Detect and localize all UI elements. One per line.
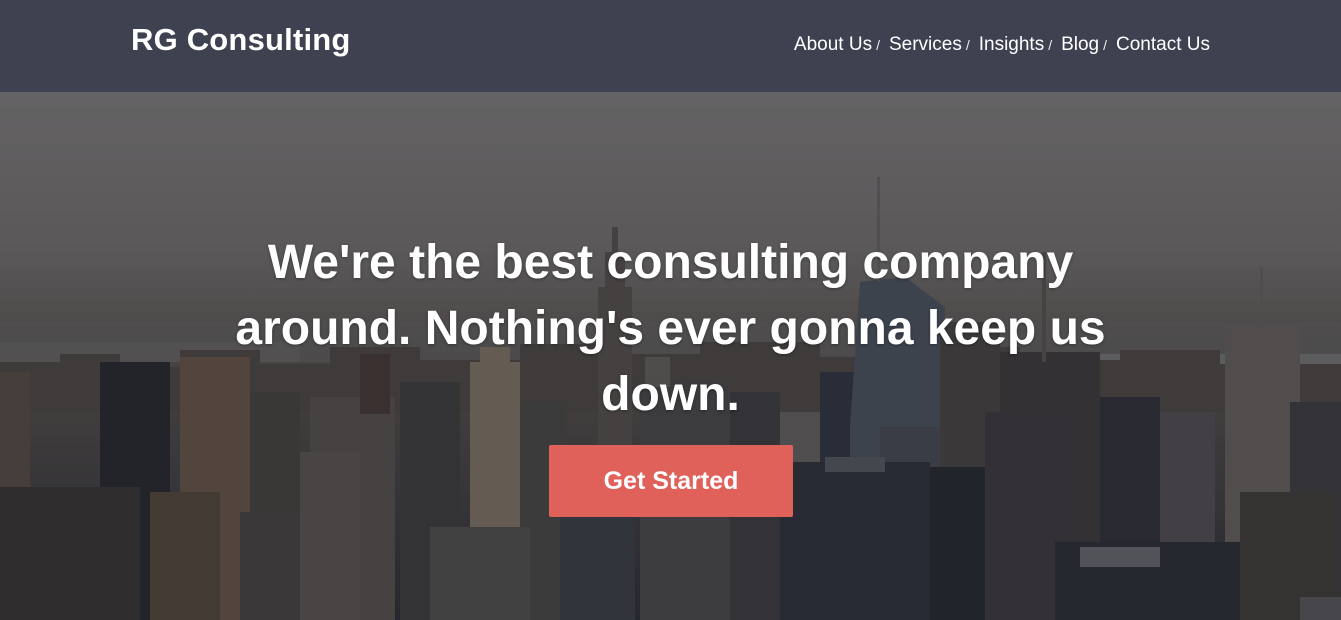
brand-logo-link[interactable]: RG Consulting [131,22,351,58]
main-nav: About Us / Services / Insights / Blog / … [794,34,1210,56]
nav-item-about-us[interactable]: About Us [794,34,872,56]
navbar: RG Consulting About Us / Services / Insi… [0,0,1341,92]
nav-separator: / [876,37,880,53]
nav-item-contact-us[interactable]: Contact Us [1116,34,1210,56]
nav-separator: / [965,37,970,53]
nav-separator: / [1048,37,1053,53]
get-started-button[interactable]: Get Started [549,445,793,517]
nav-separator: / [1103,37,1108,53]
hero-headline: We're the best consulting company around… [235,236,1106,421]
nav-item-blog[interactable]: Blog [1061,34,1099,56]
nav-item-insights[interactable]: Insights [979,34,1044,56]
hero-section: We're the best consulting company around… [0,92,1341,620]
nav-item-services[interactable]: Services [889,34,962,56]
